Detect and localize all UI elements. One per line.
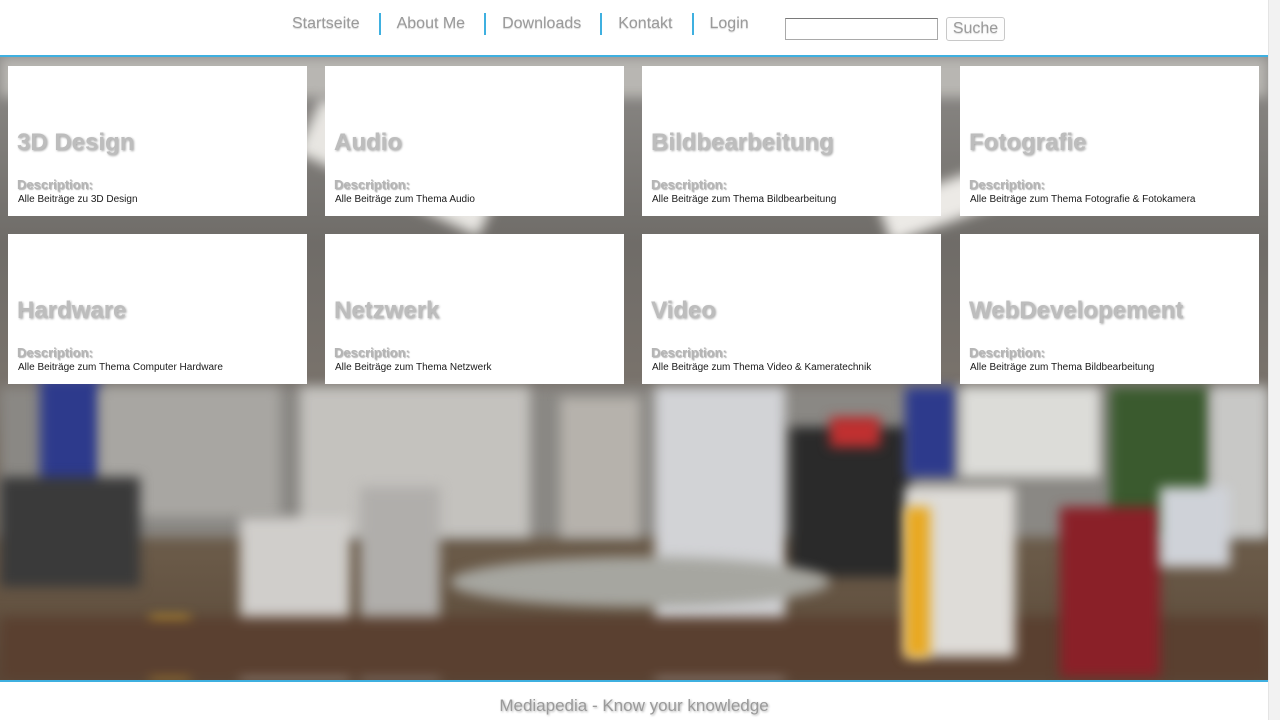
category-title: Fotografie (969, 129, 1087, 156)
category-title: Video (651, 297, 716, 324)
category-card-audio[interactable]: Audio Description: Alle Beiträge zum The… (325, 66, 624, 216)
category-card-netzwerk[interactable]: Netzwerk Description: Alle Beiträge zum … (325, 234, 624, 384)
category-title: Bildbearbeitung (651, 129, 834, 156)
category-description: Alle Beiträge zu 3D Design (18, 194, 138, 205)
description-label: Description: (969, 177, 1045, 192)
category-card-bildbearbeitung[interactable]: Bildbearbeitung Description: Alle Beiträ… (642, 66, 941, 216)
nav-about-me[interactable]: About Me (381, 13, 487, 35)
category-description: Alle Beiträge zum Thema Computer Hardwar… (18, 362, 223, 373)
description-label: Description: (651, 177, 727, 192)
description-label: Description: (651, 345, 727, 360)
main-nav: Startseite About Me Downloads Kontakt Lo… (276, 12, 768, 36)
category-card-video[interactable]: Video Description: Alle Beiträge zum The… (642, 234, 941, 384)
category-description: Alle Beiträge zum Thema Audio (335, 194, 475, 205)
category-title: WebDevelopement (969, 297, 1184, 324)
category-description: Alle Beiträge zum Thema Bildbearbeitung (652, 194, 837, 205)
nav-startseite[interactable]: Startseite (276, 13, 381, 35)
category-card-fotografie[interactable]: Fotografie Description: Alle Beiträge zu… (960, 66, 1259, 216)
nav-login[interactable]: Login (694, 13, 768, 35)
category-title: Audio (334, 129, 402, 156)
category-description: Alle Beiträge zum Thema Bildbearbeitung (970, 362, 1155, 373)
category-title: Netzwerk (334, 297, 440, 324)
category-title: 3D Design (17, 129, 135, 156)
footer-tagline: Mediapedia - Know your knowledge (499, 696, 769, 715)
description-label: Description: (17, 345, 93, 360)
category-description: Alle Beiträge zum Thema Video & Kamerate… (652, 362, 872, 373)
search-button[interactable]: Suche (946, 17, 1005, 41)
scrollbar[interactable] (1268, 0, 1280, 720)
description-label: Description: (17, 177, 93, 192)
description-label: Description: (969, 345, 1045, 360)
site-footer: Mediapedia - Know your knowledge (0, 680, 1268, 720)
category-description: Alle Beiträge zum Thema Fotografie & Fot… (970, 194, 1196, 205)
description-label: Description: (334, 177, 410, 192)
site-header: Startseite About Me Downloads Kontakt Lo… (0, 0, 1268, 57)
nav-kontakt[interactable]: Kontakt (602, 13, 694, 35)
category-card-hardware[interactable]: Hardware Description: Alle Beiträge zum … (8, 234, 307, 384)
nav-downloads[interactable]: Downloads (486, 13, 603, 35)
search-input[interactable] (785, 18, 938, 40)
category-title: Hardware (17, 297, 127, 324)
category-card-3d-design[interactable]: 3D Design Description: Alle Beiträge zu … (8, 66, 307, 216)
description-label: Description: (334, 345, 410, 360)
category-card-webdevelopement[interactable]: WebDevelopement Description: Alle Beiträ… (960, 234, 1259, 384)
category-description: Alle Beiträge zum Thema Netzwerk (335, 362, 492, 373)
